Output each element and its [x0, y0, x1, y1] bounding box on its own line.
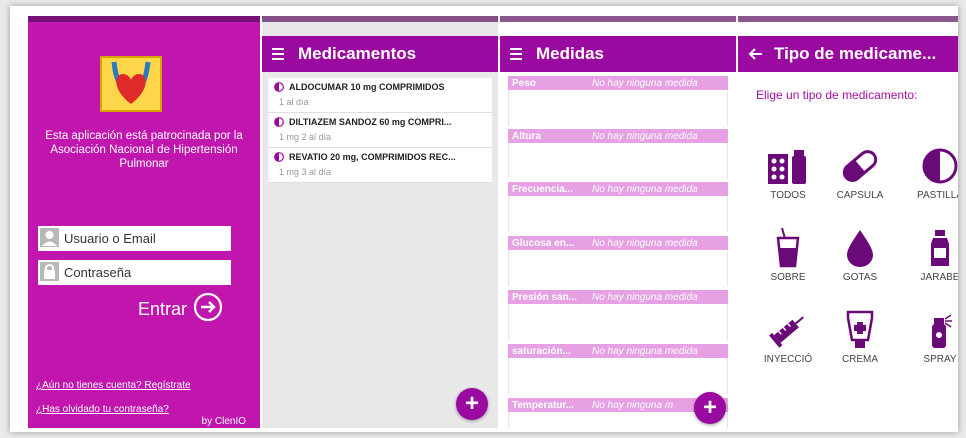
type-label: INYECCIÓ [763, 354, 813, 365]
measure-card[interactable]: saturación... No hay ninguna medida [508, 344, 728, 394]
pill-half-icon [274, 82, 284, 92]
measure-name: Altura [512, 130, 541, 142]
type-todos[interactable]: TODOS [758, 146, 818, 201]
measure-name: Peso [512, 77, 536, 89]
type-capsula[interactable]: CAPSULA [830, 146, 890, 201]
status-bar [262, 16, 498, 22]
app-logo [100, 56, 162, 112]
app-bar: Tipo de medicame... [738, 36, 958, 72]
add-medication-button[interactable]: + [456, 388, 488, 420]
cream-tube-icon [846, 310, 874, 348]
login-button[interactable]: Entrar [138, 292, 223, 327]
status-bar [738, 16, 958, 22]
type-label: SPRAY [923, 354, 957, 365]
lock-icon [40, 262, 59, 281]
screenshot-frame: Esta aplicación está patrocinada por la … [10, 6, 958, 432]
type-sobre[interactable]: SOBRE [758, 228, 818, 283]
measure-value: No hay ninguna medida [592, 77, 698, 89]
medications-screen: Medicamentos ALDOCUMAR 10 mg COMPRIMIDOS… [262, 16, 498, 428]
list-item[interactable]: DILTIAZEM SANDOZ 60 mg COMPRI... 1 mg 2 … [268, 113, 492, 148]
status-bar [28, 16, 260, 22]
pill-half-icon [274, 117, 284, 127]
type-spray[interactable]: SPRAY [910, 310, 958, 365]
measure-value: No hay ninguna medida [592, 183, 698, 195]
plus-icon: + [702, 394, 717, 421]
password-field[interactable] [38, 260, 231, 285]
measure-value: No hay ninguna medida [592, 291, 698, 303]
register-link[interactable]: ¿Aún no tienes cuenta? Regístrate [36, 380, 191, 391]
type-inyeccion[interactable]: INYECCIÓ [758, 310, 818, 365]
spray-icon [932, 314, 952, 348]
syringe-icon [769, 316, 804, 348]
page-title: Medidas [536, 44, 605, 63]
measure-name: Frecuencia... [512, 183, 574, 195]
type-label: CREMA [841, 354, 879, 365]
type-crema[interactable]: CREMA [830, 310, 890, 365]
username-field[interactable] [38, 226, 231, 251]
back-arrow-icon[interactable] [748, 47, 764, 61]
menu-icon[interactable] [510, 47, 526, 61]
login-button-label: Entrar [138, 298, 188, 319]
measure-name: Temperatur... [512, 399, 575, 411]
measure-card[interactable]: Presión san... No hay ninguna medida [508, 290, 728, 340]
measure-card[interactable]: Glucosa en... No hay ninguna medida [508, 236, 728, 286]
measure-value: No hay ninguna medida [592, 345, 698, 357]
sponsor-text: Esta aplicación está patrocinada por la … [45, 130, 243, 170]
tablet-icon [922, 148, 958, 184]
measure-value: No hay ninguna medida [592, 130, 698, 142]
medication-name: ALDOCUMAR 10 mg COMPRIMIDOS [289, 82, 445, 92]
type-label: CAPSULA [836, 190, 884, 201]
drop-icon [847, 230, 873, 267]
medication-list: ALDOCUMAR 10 mg COMPRIMIDOS 1 al día DIL… [268, 78, 492, 183]
medication-dose: 1 mg 3 al día [279, 167, 332, 177]
type-jarabe[interactable]: JARABE [910, 228, 958, 283]
status-bar [500, 16, 736, 22]
measure-value: No hay ninguna m [592, 399, 674, 411]
login-screen: Esta aplicación está patrocinada por la … [28, 16, 260, 428]
pill-box-icon [768, 150, 806, 184]
user-icon [40, 228, 59, 247]
medication-dose: 1 mg 2 al día [279, 132, 332, 142]
measure-name: saturación... [512, 345, 571, 357]
type-prompt: Elige un tipo de medicamento: [756, 88, 918, 102]
type-gotas[interactable]: GOTAS [830, 228, 890, 283]
measure-name: Glucosa en... [512, 237, 575, 249]
forgot-password-link[interactable]: ¿Has olvidado tu contraseña? [36, 404, 169, 415]
medication-name: DILTIAZEM SANDOZ 60 mg COMPRI... [289, 117, 452, 127]
list-item[interactable]: ALDOCUMAR 10 mg COMPRIMIDOS 1 al día [268, 78, 492, 113]
measure-card[interactable]: Altura No hay ninguna medida [508, 129, 728, 179]
medication-dose: 1 al día [279, 97, 309, 107]
syrup-bottle-icon [931, 230, 949, 266]
app-bar: Medicamentos [262, 36, 498, 72]
measure-name: Presión san... [512, 291, 578, 303]
app-bar: Medidas [500, 36, 736, 72]
credit-text: by ClenIO [201, 416, 246, 427]
list-item[interactable]: REVATIO 20 mg, COMPRIMIDOS REC... 1 mg 3… [268, 148, 492, 183]
capsule-icon [842, 150, 878, 182]
measure-card[interactable]: Frecuencia... No hay ninguna medida [508, 182, 728, 232]
measure-value: No hay ninguna medida [592, 237, 698, 249]
type-pastilla[interactable]: PASTILLA [910, 146, 958, 201]
type-label: PASTILLA [917, 190, 958, 201]
page-title: Tipo de medicame... [774, 44, 937, 63]
menu-icon[interactable] [272, 47, 288, 61]
type-label: JARABE [920, 272, 958, 283]
plus-icon: + [464, 390, 479, 417]
medication-type-screen: Tipo de medicame... Elige un tipo de med… [738, 16, 958, 428]
glass-icon [776, 228, 800, 268]
type-label: GOTAS [842, 272, 878, 283]
arrow-right-circle-icon [193, 292, 223, 327]
type-label: TODOS [770, 190, 806, 201]
type-label: SOBRE [770, 272, 806, 283]
password-input[interactable] [64, 262, 228, 282]
page-title: Medicamentos [298, 44, 417, 63]
medication-name: REVATIO 20 mg, COMPRIMIDOS REC... [289, 152, 456, 162]
measures-screen: Medidas Peso No hay ninguna medida Altura… [500, 16, 736, 428]
measure-card[interactable]: Peso No hay ninguna medida [508, 76, 728, 126]
pill-half-icon [274, 152, 284, 162]
username-input[interactable] [64, 228, 228, 248]
add-measure-button[interactable]: + [694, 392, 726, 424]
